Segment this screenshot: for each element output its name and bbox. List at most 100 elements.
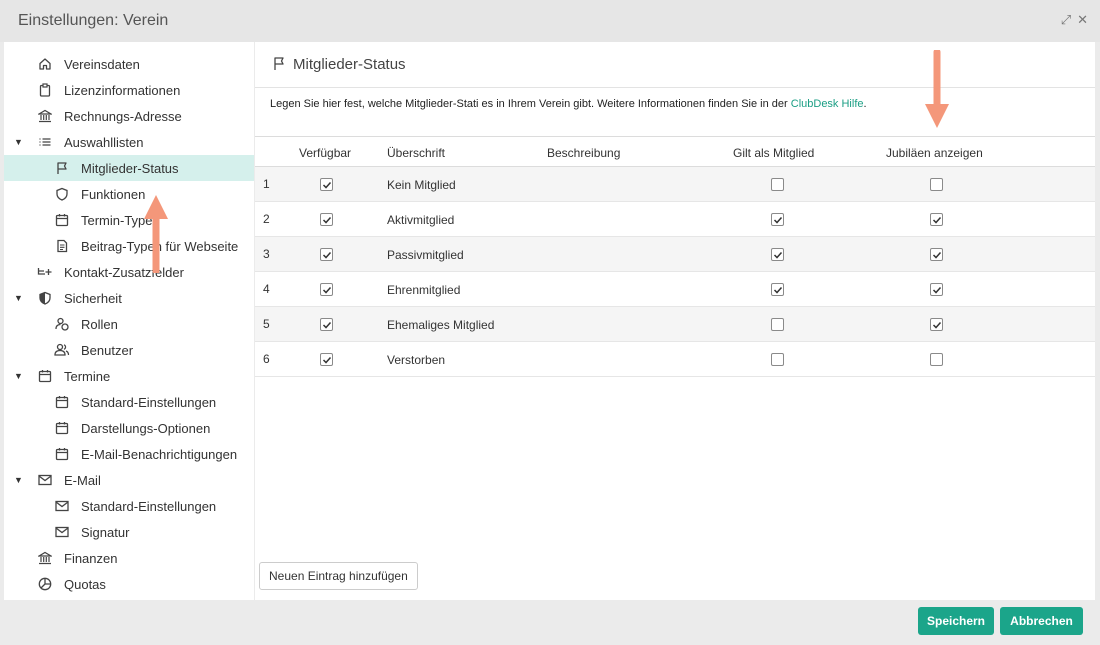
sidebar-item-benutzer[interactable]: Benutzer bbox=[4, 337, 254, 363]
is-member-checkbox[interactable] bbox=[771, 318, 784, 331]
list-icon bbox=[37, 134, 53, 150]
is-member-checkbox[interactable] bbox=[771, 248, 784, 261]
caret-down-icon[interactable]: ▼ bbox=[14, 371, 23, 381]
row-number: 4 bbox=[263, 282, 270, 296]
available-checkbox[interactable] bbox=[320, 213, 333, 226]
show-jubilee-checkbox[interactable] bbox=[930, 353, 943, 366]
home-icon bbox=[37, 56, 53, 72]
window-titlebar: Einstellungen: Verein ⤢ ✕ bbox=[0, 0, 1100, 42]
sidebar-item-darstellungs-optionen[interactable]: Darstellungs-Optionen bbox=[4, 415, 254, 441]
row-number: 1 bbox=[263, 177, 270, 191]
show-jubilee-checkbox[interactable] bbox=[930, 283, 943, 296]
mail-icon bbox=[37, 472, 53, 488]
status-title[interactable]: Kein Mitglied bbox=[387, 178, 456, 192]
available-checkbox[interactable] bbox=[320, 353, 333, 366]
sidebar-item-lizenzinformationen[interactable]: Lizenzinformationen bbox=[4, 77, 254, 103]
status-title[interactable]: Ehemaliges Mitglied bbox=[387, 318, 494, 332]
settings-sidebar: Vereinsdaten Lizenzinformationen Rechnun… bbox=[4, 42, 254, 600]
table-row[interactable]: 4 Ehrenmitglied bbox=[255, 272, 1095, 307]
sidebar-item-email-standard-einstellungen[interactable]: Standard-Einstellungen bbox=[4, 493, 254, 519]
row-number: 3 bbox=[263, 247, 270, 261]
sidebar-item-quotas[interactable]: Quotas bbox=[4, 571, 254, 597]
row-number: 2 bbox=[263, 212, 270, 226]
close-icon[interactable]: ✕ bbox=[1077, 12, 1088, 28]
sidebar-item-auswahllisten[interactable]: ▼ Auswahllisten bbox=[4, 129, 254, 155]
sidebar-item-finanzen[interactable]: Finanzen bbox=[4, 545, 254, 571]
column-header-verfuegbar[interactable]: Verfügbar bbox=[299, 146, 351, 160]
table-row[interactable]: 5 Ehemaliges Mitglied bbox=[255, 307, 1095, 342]
status-title[interactable]: Ehrenmitglied bbox=[387, 283, 460, 297]
shield-icon bbox=[54, 186, 70, 202]
is-member-checkbox[interactable] bbox=[771, 283, 784, 296]
sidebar-item-termine-standard-einstellungen[interactable]: Standard-Einstellungen bbox=[4, 389, 254, 415]
table-row[interactable]: 6 Verstorben bbox=[255, 342, 1095, 377]
sidebar-item-rollen[interactable]: Rollen bbox=[4, 311, 254, 337]
users-icon bbox=[54, 342, 70, 358]
add-field-icon bbox=[37, 264, 53, 280]
dialog-footer: Speichern Abbrechen bbox=[0, 600, 1100, 645]
calendar-icon bbox=[37, 368, 53, 384]
table-row[interactable]: 2 Aktivmitglied bbox=[255, 202, 1095, 237]
sidebar-item-funktionen[interactable]: Funktionen bbox=[4, 181, 254, 207]
shield-half-icon bbox=[37, 290, 53, 306]
show-jubilee-checkbox[interactable] bbox=[930, 318, 943, 331]
status-title[interactable]: Passivmitglied bbox=[387, 248, 464, 262]
is-member-checkbox[interactable] bbox=[771, 353, 784, 366]
save-button[interactable]: Speichern bbox=[918, 607, 994, 635]
available-checkbox[interactable] bbox=[320, 318, 333, 331]
panel-header: Mitglieder-Status bbox=[255, 42, 1095, 88]
sidebar-item-termine[interactable]: ▼ Termine bbox=[4, 363, 254, 389]
column-header-beschreibung[interactable]: Beschreibung bbox=[547, 146, 620, 160]
sidebar-item-vereinsdaten[interactable]: Vereinsdaten bbox=[4, 51, 254, 77]
sidebar-item-mitglieder-status[interactable]: Mitglieder-Status bbox=[4, 155, 254, 181]
row-number: 6 bbox=[263, 352, 270, 366]
show-jubilee-checkbox[interactable] bbox=[930, 248, 943, 261]
column-header-gilt-als-mitglied[interactable]: Gilt als Mitglied bbox=[733, 146, 814, 160]
table-row[interactable]: 3 Passivmitglied bbox=[255, 237, 1095, 272]
status-title[interactable]: Verstorben bbox=[387, 353, 445, 367]
sidebar-item-email[interactable]: ▼ E-Mail bbox=[4, 467, 254, 493]
cancel-button[interactable]: Abbrechen bbox=[1000, 607, 1083, 635]
flag-icon bbox=[54, 160, 70, 176]
mail-icon bbox=[54, 498, 70, 514]
panel-title: Mitglieder-Status bbox=[293, 56, 406, 73]
available-checkbox[interactable] bbox=[320, 248, 333, 261]
table-row[interactable]: 1 Kein Mitglied bbox=[255, 167, 1095, 202]
table-header: Verfügbar Überschrift Beschreibung Gilt … bbox=[255, 137, 1095, 167]
sidebar-item-signatur[interactable]: Signatur bbox=[4, 519, 254, 545]
bank-icon bbox=[37, 550, 53, 566]
caret-down-icon[interactable]: ▼ bbox=[14, 475, 23, 485]
sidebar-item-kontakt-zusatzfelder[interactable]: Kontakt-Zusatzfelder bbox=[4, 259, 254, 285]
annotation-arrow-down bbox=[925, 50, 949, 128]
show-jubilee-checkbox[interactable] bbox=[930, 213, 943, 226]
annotation-arrow-up bbox=[144, 195, 168, 273]
caret-down-icon[interactable]: ▼ bbox=[14, 137, 23, 147]
show-jubilee-checkbox[interactable] bbox=[930, 178, 943, 191]
column-header-ueberschrift[interactable]: Überschrift bbox=[387, 146, 445, 160]
is-member-checkbox[interactable] bbox=[771, 213, 784, 226]
add-entry-button[interactable]: Neuen Eintrag hinzufügen bbox=[259, 562, 418, 590]
bank-icon bbox=[37, 108, 53, 124]
window-title: Einstellungen: Verein bbox=[18, 12, 169, 29]
is-member-checkbox[interactable] bbox=[771, 178, 784, 191]
clipboard-icon bbox=[37, 82, 53, 98]
pie-chart-icon bbox=[37, 576, 53, 592]
available-checkbox[interactable] bbox=[320, 178, 333, 191]
status-table: Verfügbar Überschrift Beschreibung Gilt … bbox=[255, 136, 1095, 377]
sidebar-item-beitrag-typen[interactable]: Beitrag-Typen für Webseite bbox=[4, 233, 254, 259]
calendar-icon bbox=[54, 212, 70, 228]
sidebar-item-email-benachrichtigungen[interactable]: E-Mail-Benachrichtigungen bbox=[4, 441, 254, 467]
calendar-icon bbox=[54, 420, 70, 436]
sidebar-item-termin-typen[interactable]: Termin-Typen bbox=[4, 207, 254, 233]
document-icon bbox=[54, 238, 70, 254]
intro-text: Legen Sie hier fest, welche Mitglieder-S… bbox=[270, 98, 867, 110]
status-title[interactable]: Aktivmitglied bbox=[387, 213, 454, 227]
main-panel: Mitglieder-Status Legen Sie hier fest, w… bbox=[255, 42, 1095, 600]
maximize-icon[interactable]: ⤢ bbox=[1061, 12, 1071, 28]
help-link[interactable]: ClubDesk Hilfe bbox=[791, 98, 864, 110]
available-checkbox[interactable] bbox=[320, 283, 333, 296]
sidebar-item-rechnungs-adresse[interactable]: Rechnungs-Adresse bbox=[4, 103, 254, 129]
column-header-jubilaeen-anzeigen[interactable]: Jubiläen anzeigen bbox=[886, 146, 983, 160]
sidebar-item-sicherheit[interactable]: ▼ Sicherheit bbox=[4, 285, 254, 311]
caret-down-icon[interactable]: ▼ bbox=[14, 293, 23, 303]
